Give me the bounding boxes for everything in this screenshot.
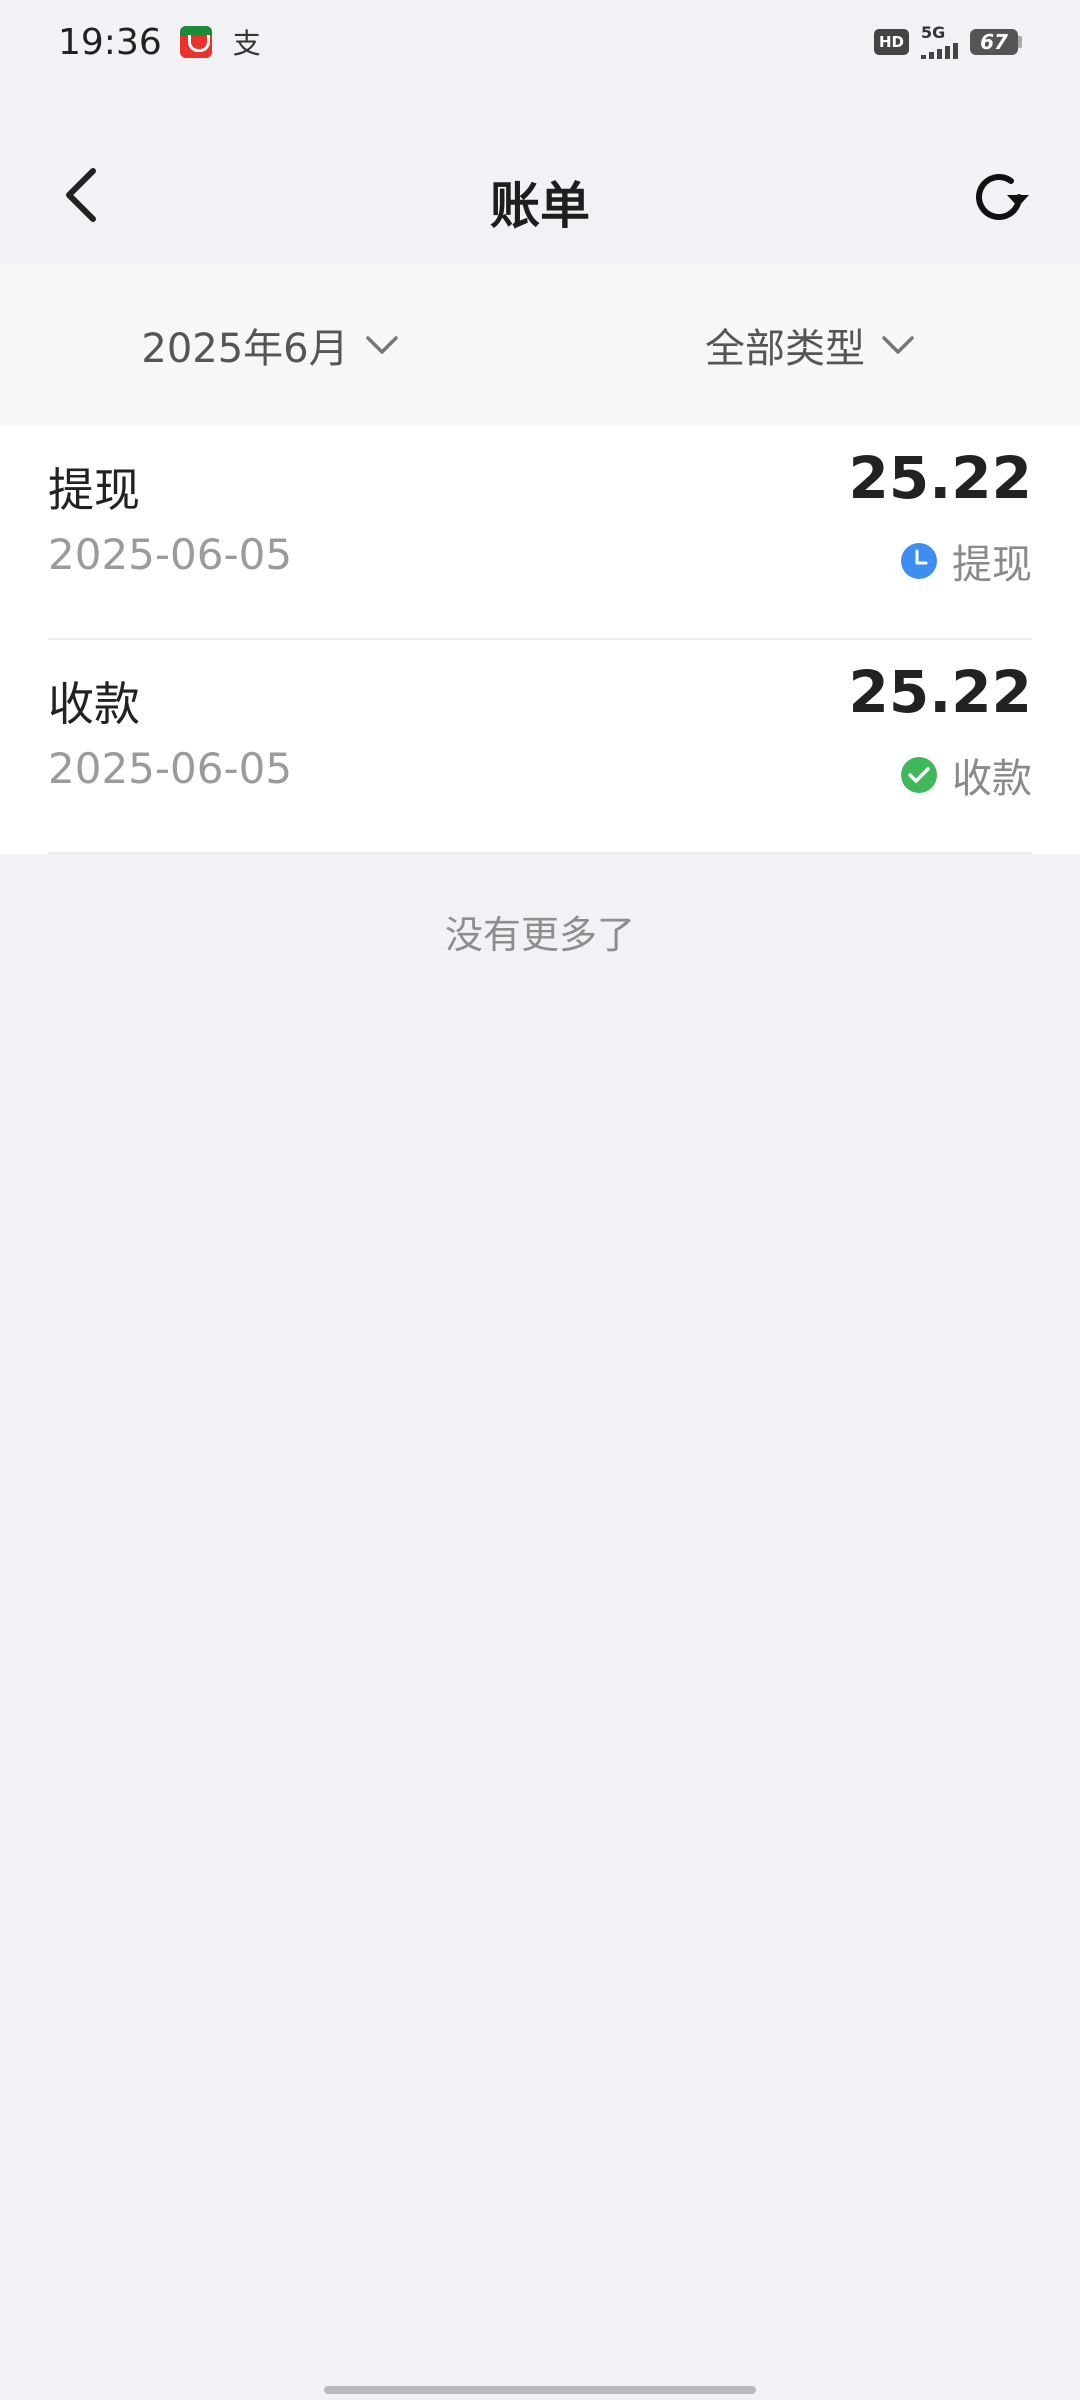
- battery-tip: [1018, 36, 1022, 48]
- bill-status-label: 提现: [952, 542, 1032, 588]
- bill-status: 收款: [900, 746, 1032, 804]
- network-type: 5G: [921, 23, 946, 42]
- battery-level: 67: [970, 29, 1018, 55]
- end-of-list-text: 没有更多了: [444, 913, 635, 957]
- bill-title: 收款: [48, 677, 140, 731]
- bill-amount: 25.22: [848, 658, 1032, 726]
- chevron-down-icon: [882, 336, 914, 354]
- navigation-bar: 账单: [0, 84, 1080, 264]
- filter-bar: 2025年6月 全部类型: [0, 264, 1080, 426]
- refresh-icon: [976, 174, 1029, 220]
- status-time: 19:36: [58, 21, 162, 63]
- status-bar: 19:36 支 HD 5G 67: [0, 0, 1080, 84]
- bill-row[interactable]: 提现 2025-06-05 25.22 提现: [48, 426, 1032, 640]
- month-filter[interactable]: 2025年6月: [0, 316, 540, 374]
- status-right: HD 5G 67: [873, 25, 1022, 59]
- type-filter[interactable]: 全部类型: [540, 316, 1080, 374]
- type-filter-label: 全部类型: [705, 326, 865, 372]
- home-indicator[interactable]: [324, 2386, 756, 2394]
- alipay-notification-icon: 支: [232, 27, 261, 60]
- bill-amount: 25.22: [848, 444, 1032, 512]
- bill-date: 2025-06-05: [48, 744, 293, 793]
- signal-bars: [921, 43, 958, 59]
- check-circle-icon: [901, 757, 937, 793]
- bill-status: 提现: [900, 532, 1032, 590]
- bill-list: 提现 2025-06-05 25.22 提现 收款 2025-06-05 25.…: [0, 426, 1080, 854]
- clock-icon: [901, 543, 937, 579]
- hd-icon: HD: [873, 29, 909, 55]
- chevron-down-icon: [365, 336, 398, 354]
- status-left: 19:36 支: [58, 22, 264, 63]
- battery-icon: 67: [970, 29, 1022, 55]
- notification-app-icon: [179, 26, 212, 58]
- bill-date: 2025-06-05: [48, 530, 293, 579]
- bill-row[interactable]: 收款 2025-06-05 25.22 收款: [48, 640, 1032, 854]
- page-title: 账单: [490, 177, 590, 235]
- bill-title: 提现: [48, 463, 140, 517]
- bill-status-label: 收款: [952, 756, 1032, 802]
- month-filter-label: 2025年6月: [141, 326, 349, 372]
- refresh-button[interactable]: [966, 164, 1032, 230]
- signal-icon: 5G: [921, 25, 958, 59]
